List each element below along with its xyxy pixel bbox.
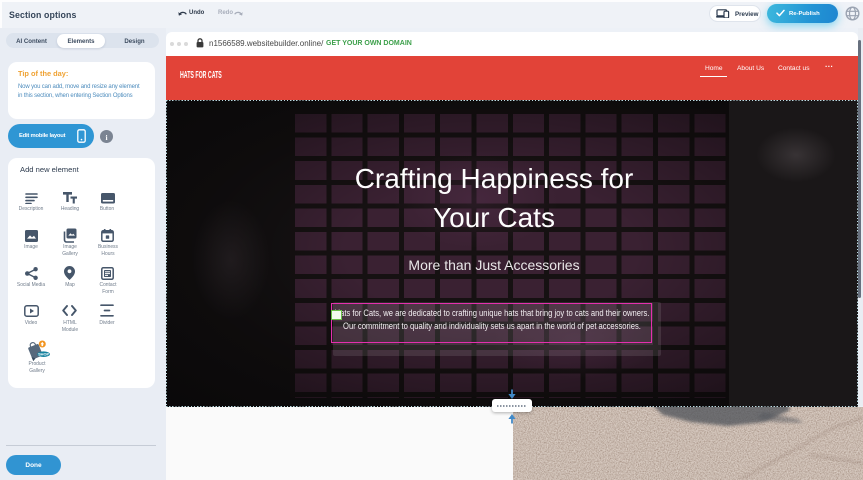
svg-text:SHOP: SHOP bbox=[38, 352, 49, 357]
